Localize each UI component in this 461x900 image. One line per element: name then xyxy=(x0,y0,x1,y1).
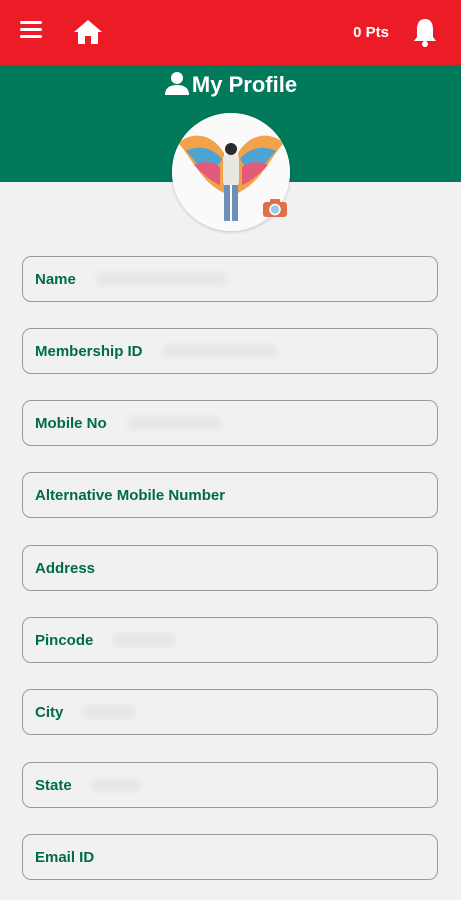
home-icon[interactable] xyxy=(72,18,104,46)
alternative-mobile-number-field[interactable]: Alternative Mobile Number xyxy=(22,472,438,518)
name-value-redacted xyxy=(95,272,226,286)
membership-id-field[interactable]: Membership ID xyxy=(22,328,438,374)
state-field[interactable]: State xyxy=(22,762,438,808)
email-id-field[interactable]: Email ID xyxy=(22,834,438,880)
name-field[interactable]: Name xyxy=(22,256,438,302)
address-field[interactable]: Address xyxy=(22,545,438,591)
alternative-mobile-number-label: Alternative Mobile Number xyxy=(35,486,226,504)
state-label: State xyxy=(35,776,72,794)
points-label: 0 Pts xyxy=(353,24,389,41)
page-title: My Profile xyxy=(0,72,461,98)
bell-icon[interactable] xyxy=(411,16,439,48)
camera-icon[interactable] xyxy=(262,198,288,218)
pincode-value-redacted xyxy=(113,633,176,647)
user-icon xyxy=(164,72,189,95)
mobile-no-field[interactable]: Mobile No xyxy=(22,400,438,446)
address-label: Address xyxy=(35,559,96,577)
pincode-field[interactable]: Pincode xyxy=(22,617,438,663)
state-value-redacted xyxy=(91,778,140,792)
city-field[interactable]: City xyxy=(22,689,438,735)
membership-id-value-redacted xyxy=(162,344,278,358)
pincode-label: Pincode xyxy=(35,631,94,649)
top-app-bar: 0 Pts xyxy=(0,0,461,65)
mobile-no-label: Mobile No xyxy=(35,414,107,432)
menu-icon[interactable] xyxy=(20,21,44,45)
mobile-no-value-redacted xyxy=(126,416,222,430)
email-id-label: Email ID xyxy=(35,848,95,866)
name-label: Name xyxy=(35,270,76,288)
city-value-redacted xyxy=(83,705,136,719)
page-title-text: My Profile xyxy=(191,72,298,97)
membership-id-label: Membership ID xyxy=(35,342,143,360)
city-label: City xyxy=(35,703,64,721)
